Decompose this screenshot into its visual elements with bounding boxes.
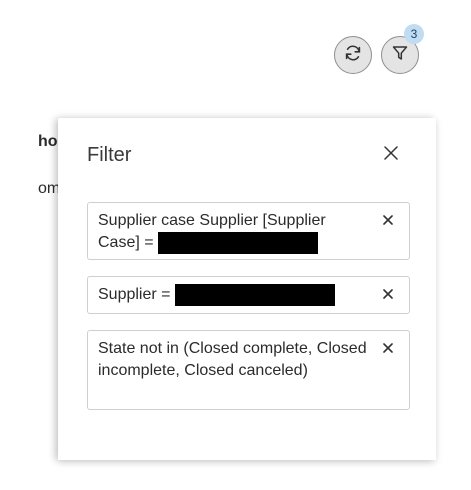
filter-condition: Supplier case Supplier [Supplier Case] = <box>87 202 410 260</box>
filter-count-badge: 3 <box>404 24 424 44</box>
close-icon <box>383 343 393 353</box>
remove-condition-button[interactable] <box>381 213 395 227</box>
redacted-value <box>174 284 335 306</box>
condition-text: Supplier = <box>98 286 171 304</box>
filter-condition: State not in (Closed complete, Closed in… <box>87 330 410 410</box>
close-icon <box>383 289 393 299</box>
remove-condition-button[interactable] <box>381 341 395 355</box>
refresh-icon <box>343 43 363 68</box>
funnel-icon <box>391 44 409 67</box>
filter-panel: Filter Supplier case Supplier [Supplier … <box>58 118 436 460</box>
close-panel-button[interactable] <box>380 144 402 166</box>
filter-condition: Supplier = <box>87 276 410 314</box>
close-icon <box>383 215 393 225</box>
refresh-button[interactable] <box>334 36 372 74</box>
condition-text: State not in (Closed complete, Closed in… <box>98 340 367 379</box>
background-text: om <box>38 180 61 197</box>
remove-condition-button[interactable] <box>381 287 395 301</box>
panel-title: Filter <box>87 144 132 166</box>
background-text: ho <box>38 133 58 150</box>
app-stage: ho om 3 Filter Supplier case Supplier [S… <box>0 0 471 490</box>
redacted-value <box>158 232 319 254</box>
close-icon <box>384 145 398 165</box>
